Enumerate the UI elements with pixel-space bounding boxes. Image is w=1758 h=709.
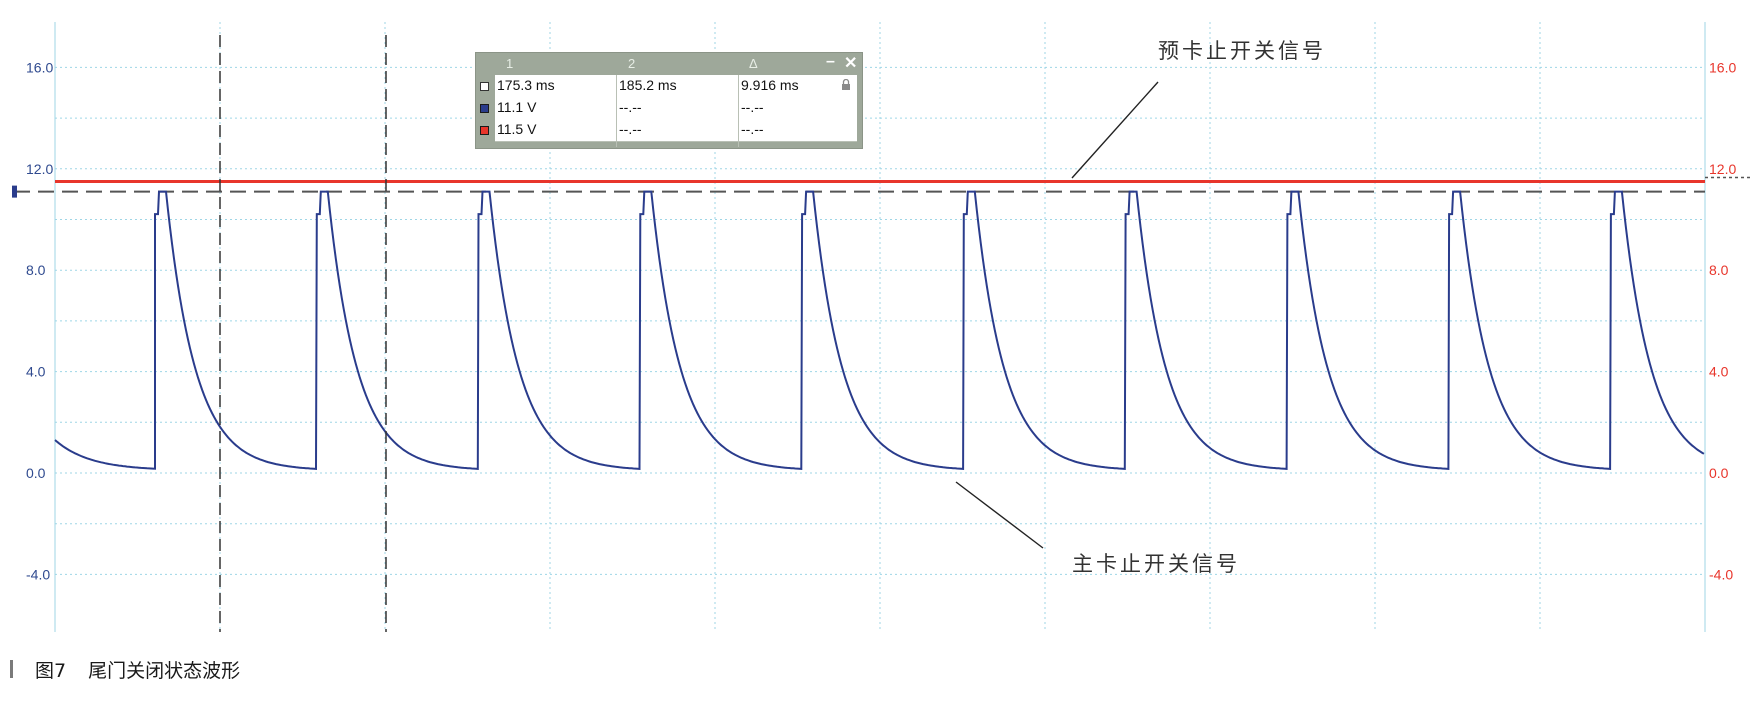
annotation-pre-latch-signal: 预卡止开关信号 <box>1158 39 1326 63</box>
caption-marker <box>10 660 13 678</box>
cell-ch-a-delta: --.-- <box>741 99 764 115</box>
channel-a-marker <box>12 185 17 198</box>
y-axis-left: 16.0 12.0 8.0 4.0 0.0 -4.0 <box>26 59 53 582</box>
figure-caption: 图7 尾门关闭状态波形 <box>10 656 240 682</box>
oscilloscope-plot: 16.0 12.0 8.0 4.0 0.0 -4.0 16.0 12.0 8.0 4.0 0.0 -… <box>12 22 1750 632</box>
close-button[interactable]: ✕ <box>844 53 857 73</box>
measurement-row: 11.5 V --.-- --.-- <box>495 119 857 142</box>
cell-time-delta: 9.916 ms <box>741 77 799 93</box>
row-3-swatch <box>480 126 489 135</box>
main-latch-signal-trace <box>54 190 1705 471</box>
cell-ch-b-cursor-2: --.-- <box>619 121 642 137</box>
cell-time-cursor-1: 175.3 ms <box>497 77 555 93</box>
y-tick-label-left: -4.0 <box>26 566 50 582</box>
measurement-row: 11.1 V --.-- --.-- <box>495 97 857 120</box>
cell-ch-a-cursor-2: --.-- <box>619 99 642 115</box>
y-tick-label-right: 8.0 <box>1709 262 1729 278</box>
measurement-panel-header[interactable]: 1 2 Δ – ✕ <box>476 53 862 75</box>
cell-ch-a-cursor-1: 11.1 V <box>497 99 537 115</box>
y-tick-label-left: 4.0 <box>26 364 46 380</box>
time-cursors <box>219 35 387 632</box>
channel-level-marker <box>12 185 17 198</box>
plot-grid <box>54 22 1706 632</box>
header-cursor-2: 2 <box>628 56 636 71</box>
figure-number: 图7 <box>35 659 67 682</box>
padlock-icon[interactable] <box>841 79 851 91</box>
header-cursor-1: 1 <box>506 56 514 71</box>
y-tick-label-right: 16.0 <box>1709 59 1736 75</box>
row-2-swatch <box>480 104 489 113</box>
column-divider <box>616 75 617 147</box>
minimize-button[interactable]: – <box>826 53 835 71</box>
reference-level-line <box>14 176 1750 193</box>
annotation-leader-lines <box>955 81 1159 549</box>
y-tick-label-left: 8.0 <box>26 262 46 278</box>
measurement-row: 175.3 ms 185.2 ms 9.916 ms <box>495 75 857 98</box>
figure-title: 尾门关闭状态波形 <box>88 659 241 682</box>
cell-ch-b-cursor-1: 11.5 V <box>497 121 537 137</box>
row-1-swatch <box>480 82 489 91</box>
y-tick-label-left: 0.0 <box>26 465 46 481</box>
leader-pre-latch <box>1071 81 1159 179</box>
y-tick-label-right: 12.0 <box>1709 161 1736 177</box>
y-axis-right: 16.0 12.0 8.0 4.0 0.0 -4.0 <box>1709 59 1736 582</box>
measurement-panel[interactable]: 1 2 Δ – ✕ 175.3 ms 185.2 ms 9.916 ms 11.… <box>475 52 863 149</box>
leader-main-latch <box>955 481 1044 549</box>
annotation-main-latch-signal: 主卡止开关信号 <box>1072 552 1240 576</box>
y-tick-label-left: 12.0 <box>26 161 53 177</box>
y-tick-label-right: -4.0 <box>1709 566 1733 582</box>
header-delta: Δ <box>749 56 758 71</box>
y-tick-label-left: 16.0 <box>26 59 53 75</box>
y-tick-label-right: 0.0 <box>1709 465 1729 481</box>
column-divider <box>738 75 739 147</box>
cell-time-cursor-2: 185.2 ms <box>619 77 677 93</box>
y-tick-label-right: 4.0 <box>1709 364 1729 380</box>
cell-ch-b-delta: --.-- <box>741 121 764 137</box>
